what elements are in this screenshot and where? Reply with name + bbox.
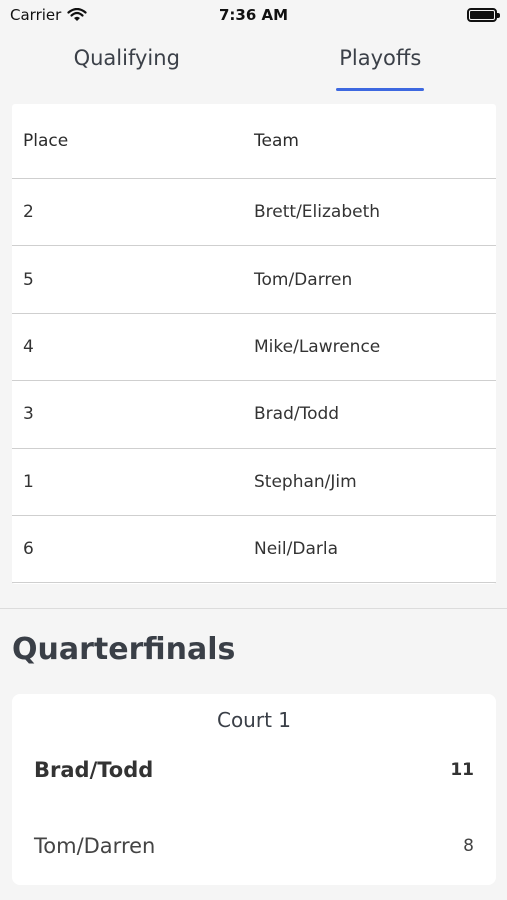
table-row[interactable]: 1 Stephan/Jim (12, 449, 496, 516)
table-row[interactable]: 5 Tom/Darren (12, 246, 496, 314)
court-label: Court 1 (216, 708, 292, 732)
tab-qualifying[interactable]: Qualifying (0, 38, 254, 94)
place-cell: 5 (23, 269, 34, 290)
wifi-icon (67, 8, 87, 21)
place-cell: 1 (23, 471, 34, 492)
tab-bar: Qualifying Playoffs (0, 38, 507, 94)
team-cell: Brett/Elizabeth (254, 202, 381, 223)
status-left: Carrier (10, 6, 87, 24)
carrier-label: Carrier (10, 6, 62, 24)
winning-team-score: 11 (450, 760, 474, 780)
table-row[interactable]: 4 Mike/Lawrence (12, 314, 496, 382)
tab-playoffs[interactable]: Playoffs (254, 38, 507, 94)
winning-team-row: Brad/Todd 11 (34, 758, 474, 782)
team-cell: Tom/Darren (254, 269, 353, 290)
losing-team-score: 8 (463, 836, 474, 856)
table-row[interactable]: 3 Brad/Todd (12, 381, 496, 449)
losing-team-name: Tom/Darren (34, 834, 156, 858)
tab-playoffs-label: Playoffs (339, 46, 422, 70)
place-cell: 6 (23, 539, 34, 560)
quarterfinals-title: Quarterfinals (12, 632, 236, 667)
tab-qualifying-label: Qualifying (73, 46, 180, 70)
table-header-row: Place Team (12, 104, 496, 179)
battery-fill (470, 11, 494, 19)
team-cell: Mike/Lawrence (254, 336, 381, 357)
standings-table: Place Team 2 Brett/Elizabeth 5 Tom/Darre… (12, 104, 496, 584)
team-cell: Neil/Darla (254, 539, 338, 560)
table-row[interactable]: 2 Brett/Elizabeth (12, 179, 496, 247)
status-bar: Carrier 7:36 AM (0, 0, 507, 30)
place-column-header: Place (23, 131, 69, 151)
team-cell: Brad/Todd (254, 404, 340, 425)
table-row[interactable]: 6 Neil/Darla (12, 516, 496, 584)
place-cell: 3 (23, 404, 34, 425)
team-cell: Stephan/Jim (254, 471, 357, 492)
section-divider (0, 608, 507, 609)
place-cell: 2 (23, 202, 34, 223)
team-column-header: Team (254, 131, 299, 151)
match-card[interactable]: Court 1 Brad/Todd 11 Tom/Darren 8 (12, 694, 496, 885)
losing-team-row: Tom/Darren 8 (34, 834, 474, 858)
place-cell: 4 (23, 336, 34, 357)
active-tab-indicator (336, 88, 425, 91)
winning-team-name: Brad/Todd (34, 758, 154, 782)
battery-icon (467, 8, 500, 22)
